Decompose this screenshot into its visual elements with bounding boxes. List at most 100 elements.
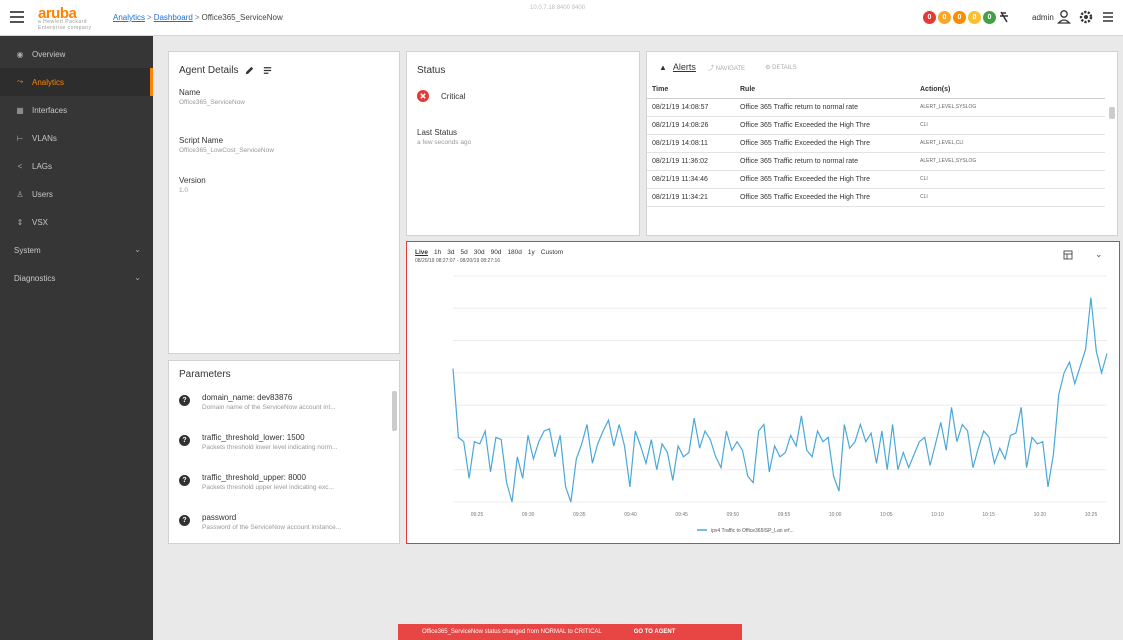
status-count-badge[interactable]: 0 bbox=[923, 11, 936, 24]
sidebar-item-label: Users bbox=[32, 189, 53, 199]
x-tick-label: 09:40 bbox=[624, 512, 637, 518]
notes-icon[interactable] bbox=[262, 65, 273, 76]
alert-rule: Office 365 Traffic return to normal rate bbox=[735, 152, 915, 171]
breadcrumb: Analytics > Dashboard > Office365_ServiceNow bbox=[113, 13, 283, 22]
status-summary[interactable]: 00000 bbox=[923, 11, 996, 24]
sidebar-item-label: Overview bbox=[32, 49, 66, 59]
alert-rule: Office 365 Traffic Exceeded the High Thr… bbox=[735, 188, 915, 207]
chevron-down-icon: ⌄ bbox=[134, 273, 141, 282]
edit-icon[interactable] bbox=[244, 65, 255, 76]
parameter-item[interactable]: ? password Password of the ServiceNow acco… bbox=[179, 513, 341, 531]
sidebar-item-label: Analytics bbox=[32, 77, 65, 87]
chart-export-icon[interactable] bbox=[1063, 250, 1073, 260]
help-icon[interactable]: ? bbox=[179, 475, 190, 486]
table-row[interactable]: 08/21/19 11:36:02 Office 365 Traffic retu… bbox=[647, 152, 1105, 171]
alert-actions: ALERT_LEVEL,SYSLOG bbox=[915, 98, 1105, 117]
zoom-option-button[interactable]: 1y bbox=[528, 249, 535, 256]
bell-mute-icon[interactable] bbox=[996, 9, 1012, 25]
zoom-option-button[interactable]: 90d bbox=[491, 249, 502, 256]
sidebar-item-diagnostics[interactable]: Diagnostics ⌄ bbox=[0, 264, 153, 292]
help-icon[interactable]: ? bbox=[179, 515, 190, 526]
gear-icon[interactable] bbox=[1078, 9, 1094, 25]
column-header[interactable]: Rule bbox=[735, 82, 915, 99]
column-header[interactable]: Action(s) bbox=[915, 82, 1105, 99]
x-tick-label: 10:20 bbox=[1034, 512, 1047, 518]
overview-icon: ◉ bbox=[16, 49, 24, 59]
zoom-option-button[interactable]: 30d bbox=[474, 249, 485, 256]
zoom-option-button[interactable]: 3d bbox=[447, 249, 454, 256]
table-row[interactable]: 08/21/19 11:34:21 Office 365 Traffic Exce… bbox=[647, 188, 1105, 207]
menu-lines-icon[interactable] bbox=[1100, 9, 1116, 25]
aruba-logo[interactable]: aruba a Hewlett Packard Enterprise compa… bbox=[38, 5, 98, 31]
x-tick-label: 09:25 bbox=[471, 512, 484, 518]
alert-rule: Office 365 Traffic Exceeded the High Thr… bbox=[735, 134, 915, 153]
status-count-badge[interactable]: 0 bbox=[953, 11, 966, 24]
alert-time: 08/21/19 14:08:26 bbox=[647, 116, 735, 135]
table-row[interactable]: 08/21/19 14:08:26 Office 365 Traffic Exce… bbox=[647, 116, 1105, 135]
status-count-badge[interactable]: 0 bbox=[938, 11, 951, 24]
table-row[interactable]: 08/21/19 14:08:11 Office 365 Traffic Exce… bbox=[647, 134, 1105, 153]
breadcrumb-current: Office365_ServiceNow bbox=[201, 13, 283, 22]
traffic-line-chart[interactable]: 09:25 09:30 09:35 09:40 09:45 09:50 09:55 10:00… bbox=[407, 268, 1118, 542]
collapse-triangle-icon[interactable]: ▲ bbox=[659, 63, 667, 72]
alert-time: 08/21/19 11:34:21 bbox=[647, 188, 735, 207]
critical-status-icon bbox=[417, 90, 429, 102]
zoom-option-button[interactable]: Custom bbox=[541, 249, 563, 256]
parameter-item[interactable]: ? traffic_threshold_upper: 8000 Packets th… bbox=[179, 473, 334, 491]
column-header[interactable]: Time bbox=[647, 82, 735, 99]
sidebar-item-label: Interfaces bbox=[32, 105, 68, 115]
tab-details[interactable]: ⚙ DETAILS bbox=[765, 64, 797, 71]
help-icon[interactable]: ? bbox=[179, 435, 190, 446]
legend-label: ipv4 Traffic to Office365ISP_Lan vrf... bbox=[711, 528, 794, 534]
user-icon[interactable] bbox=[1056, 9, 1072, 25]
table-row[interactable]: 08/21/19 14:08:57 Office 365 Traffic retu… bbox=[647, 98, 1105, 117]
status-count-badge[interactable]: 0 bbox=[983, 11, 996, 24]
go-to-agent-button[interactable]: GO TO AGENT bbox=[634, 629, 676, 635]
script-name-label: Script Name bbox=[179, 136, 224, 145]
parameters-scrollbar[interactable] bbox=[392, 391, 397, 431]
agent-details-panel: Agent Details Name Office365_ServiceNow … bbox=[168, 51, 400, 354]
x-tick-label: 10:05 bbox=[880, 512, 893, 518]
sidebar-item-interfaces[interactable]: ▦ Interfaces bbox=[0, 96, 153, 124]
parameter-item[interactable]: ? traffic_threshold_lower: 1500 Packets th… bbox=[179, 433, 337, 451]
hamburger-menu-icon[interactable] bbox=[10, 11, 24, 23]
sidebar-item-overview[interactable]: ◉ Overview bbox=[0, 40, 153, 68]
parameter-name: domain_name: dev83876 bbox=[202, 393, 293, 402]
zoom-live-button[interactable]: Live bbox=[415, 249, 428, 256]
sidebar-item-label: LAGs bbox=[32, 161, 53, 171]
alerts-scrollbar[interactable] bbox=[1109, 107, 1115, 119]
sidebar-item-label: System bbox=[14, 245, 41, 255]
chart-menu-chevron-icon[interactable]: ⌄ bbox=[1095, 249, 1103, 260]
traffic-chart-panel: Live 1h 3d 5d 30d 90d 180d 1y Custom 08/20/19 08… bbox=[406, 241, 1120, 544]
lags-icon: < bbox=[17, 161, 23, 171]
zoom-option-button[interactable]: 1h bbox=[434, 249, 441, 256]
help-icon[interactable]: ? bbox=[179, 395, 190, 406]
zoom-option-button[interactable]: 5d bbox=[460, 249, 467, 256]
name-value: Office365_ServiceNow bbox=[179, 99, 245, 106]
tab-navigate[interactable]: ⤴ NAVIGATE bbox=[708, 63, 745, 72]
status-count-badge[interactable]: 0 bbox=[968, 11, 981, 24]
sidebar-item-users[interactable]: ♙ Users bbox=[0, 180, 153, 208]
series-line bbox=[452, 297, 1108, 503]
sidebar-item-vlans[interactable]: ⊢ VLANs bbox=[0, 124, 153, 152]
agent-details-title: Agent Details bbox=[179, 65, 239, 76]
sidebar-item-analytics[interactable]: ⤳ Analytics bbox=[0, 68, 153, 96]
tab-alerts[interactable]: Alerts bbox=[673, 62, 696, 72]
sidebar-item-vsx[interactable]: ⇕ VSX bbox=[0, 208, 153, 236]
table-row[interactable]: 08/21/19 11:34:46 Office 365 Traffic Exce… bbox=[647, 170, 1105, 189]
interfaces-icon: ▦ bbox=[16, 105, 24, 115]
date-range: 08/20/19 08:27:07 - 08/20/19 08:27:16 bbox=[415, 258, 501, 264]
sidebar-item-system[interactable]: System ⌄ bbox=[0, 236, 153, 264]
user-name[interactable]: admin bbox=[1032, 13, 1054, 22]
alerts-panel: ▲ Alerts ⤴ NAVIGATE ⚙ DETAILS Time Rule Ac… bbox=[646, 51, 1118, 236]
x-tick-label: 10:15 bbox=[982, 512, 995, 518]
alert-actions: ALERT_LEVEL,CLI bbox=[915, 134, 1105, 153]
zoom-selector: Live 1h 3d 5d 30d 90d 180d 1y Custom bbox=[415, 249, 563, 256]
breadcrumb-dashboard[interactable]: Dashboard bbox=[154, 13, 193, 22]
sidebar-item-lags[interactable]: < LAGs bbox=[0, 152, 153, 180]
breadcrumb-analytics[interactable]: Analytics bbox=[113, 13, 145, 22]
parameters-title: Parameters bbox=[179, 369, 231, 380]
zoom-option-button[interactable]: 180d bbox=[507, 249, 521, 256]
x-tick-label: 10:10 bbox=[931, 512, 944, 518]
parameter-item[interactable]: ? domain_name: dev83876 Domain name of the… bbox=[179, 393, 336, 411]
